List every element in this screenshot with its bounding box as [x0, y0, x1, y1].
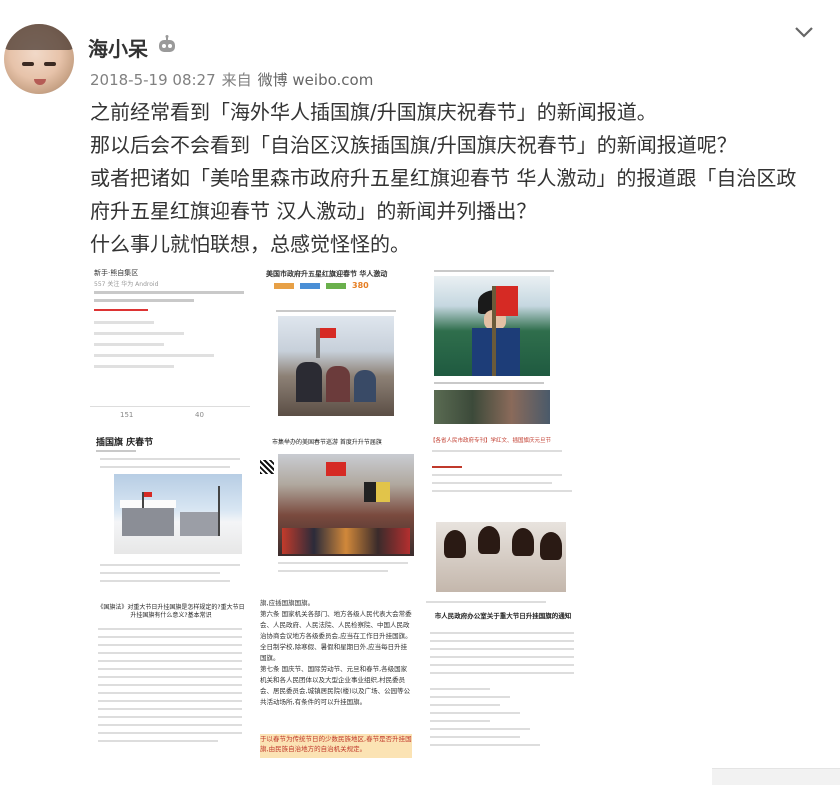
post-timestamp[interactable]: 2018-5-19 08:27	[90, 71, 216, 89]
image-thumbnail-5[interactable]: 市集举办的美国春节巡游 首度升升节届旗	[256, 432, 416, 592]
post-content: 之前经常看到「海外华人插国旗/升国旗庆祝春节」的新闻报道。 那以后会不会看到「自…	[90, 96, 830, 261]
post-meta: 2018-5-19 08:27 来自 微博 weibo.com	[90, 69, 379, 90]
image-thumbnail-1[interactable]: 新手·熊自集区 557 关注 华为 Android 151 40	[90, 266, 250, 426]
thumb1-stat-right: 40	[195, 411, 204, 419]
thumb1-stat-left: 151	[120, 411, 134, 419]
image-thumbnail-8[interactable]: 旗,应插国旗国旗。 第六条 国家机关各部门、地方各级人民代表大会常委会、人民政府…	[256, 598, 416, 758]
thumb7-title: 《国旗法》对重大节日升挂国旗是怎样规定的?重大节日升挂国旗有什么意义?基本常识	[97, 604, 245, 619]
robot-badge-icon	[159, 35, 175, 52]
thumb8-text: 旗,应插国旗国旗。 第六条 国家机关各部门、地方各级人民代表大会常委会、人民政府…	[260, 599, 412, 706]
thumb9-title: 市人民政府办公室关于重大节日升挂国旗的通知	[434, 612, 572, 620]
post-source[interactable]: 微博 weibo.com	[258, 71, 374, 89]
thumb1-meta: 557 关注 华为 Android	[94, 281, 159, 288]
image-thumbnail-2[interactable]: 美国市政府升五星红旗迎春节 华人激动 380	[256, 266, 416, 426]
image-grid: 新手·熊自集区 557 关注 华为 Android 151 40 美国市政府升五…	[90, 266, 582, 762]
post-line: 府升五星红旗迎春节 汉人激动」的新闻并列播出？	[90, 199, 537, 223]
post-line: 那以后会不会看到「自治区汉族插国旗/升国旗庆祝春节」的新闻报道呢？	[90, 133, 737, 157]
thumb2-title: 美国市政府升五星红旗迎春节 华人激动	[266, 270, 388, 278]
image-thumbnail-4[interactable]: 插国旗 庆春节	[90, 432, 250, 592]
post-line: 什么事儿就怕联想，总感觉怪怪的。	[90, 232, 410, 256]
post-line: 或者把诸如「美哈里森市政府升五星红旗迎春节 华人激动」的报道跟「自治区政	[90, 166, 797, 190]
thumb2-count: 380	[352, 281, 369, 290]
bottom-bar	[712, 768, 840, 785]
thumb5-title: 市集举办的美国春节巡游 首度升升节届旗	[272, 439, 382, 446]
chevron-down-icon[interactable]	[792, 22, 816, 42]
image-thumbnail-3[interactable]	[422, 266, 582, 426]
thumb4-title: 插国旗 庆春节	[96, 438, 154, 448]
user-avatar[interactable]	[4, 24, 74, 94]
source-prefix: 来自	[221, 71, 252, 89]
post-line: 之前经常看到「海外华人插国旗/升国旗庆祝春节」的新闻报道。	[90, 100, 657, 124]
image-thumbnail-6[interactable]: 【各省人民市政府专刊】学红文、插国旗庆元旦节	[422, 432, 582, 592]
image-thumbnail-9[interactable]: 市人民政府办公室关于重大节日升挂国旗的通知	[422, 598, 582, 758]
thumb6-title: 【各省人民市政府专刊】学红文、插国旗庆元旦节	[430, 438, 552, 444]
thumb8-highlight: 于以春节为传统节日的少数民族地区,春节是否升挂国旗,由民族自治地方的自治机关规定…	[260, 734, 412, 758]
thumb1-header: 新手·熊自集区	[94, 269, 139, 277]
username[interactable]: 海小呆	[88, 33, 148, 62]
image-thumbnail-7[interactable]: 《国旗法》对重大节日升挂国旗是怎样规定的?重大节日升挂国旗有什么意义?基本常识	[90, 598, 250, 758]
